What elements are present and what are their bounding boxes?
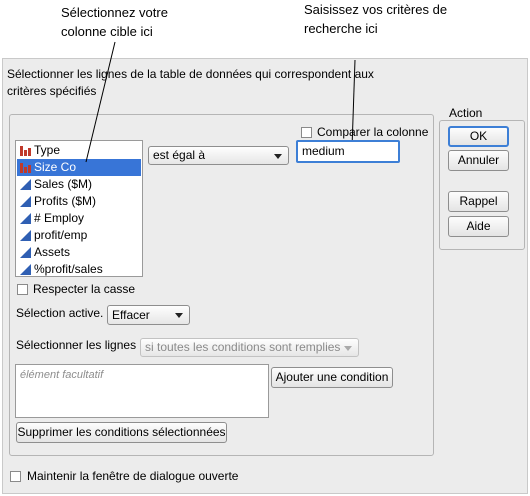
help-button[interactable]: Aide (448, 216, 509, 237)
nominal-bar-icon (20, 146, 31, 156)
nominal-bar-icon (20, 163, 31, 173)
column-item-size-co[interactable]: Size Co (17, 159, 141, 176)
search-value-input[interactable]: medium (296, 140, 400, 163)
column-item-label: Sales ($M) (34, 177, 93, 191)
continuous-triangle-icon (20, 230, 31, 241)
chevron-down-icon (175, 313, 183, 318)
column-item-label: Profits ($M) (34, 194, 97, 208)
column-item-profits[interactable]: Profits ($M) (17, 193, 141, 210)
active-selection-value: Effacer (112, 308, 150, 322)
chevron-down-icon (344, 345, 352, 351)
conditions-list[interactable]: élément facultatif (15, 364, 269, 418)
select-rows-label: Sélectionner les lignes (16, 338, 137, 352)
compare-column-label: Comparer la colonne (317, 125, 429, 139)
column-item-sales[interactable]: Sales ($M) (17, 176, 141, 193)
recall-button[interactable]: Rappel (448, 191, 509, 212)
column-item-employ[interactable]: # Employ (17, 210, 141, 227)
ok-button[interactable]: OK (448, 126, 509, 147)
callout-select-column-line1: Sélectionnez votre (61, 5, 168, 20)
remove-conditions-button[interactable]: Supprimer les conditions sélectionnées (16, 422, 227, 443)
search-value-text: medium (302, 144, 345, 158)
column-item-label: %profit/sales (34, 262, 103, 276)
continuous-triangle-icon (20, 196, 31, 207)
column-item-assets[interactable]: Assets (17, 244, 141, 261)
match-case-label: Respecter la casse (33, 282, 136, 296)
continuous-triangle-icon (20, 179, 31, 190)
cancel-button[interactable]: Annuler (448, 150, 509, 171)
active-selection-label: Sélection active. (16, 306, 104, 320)
column-item-profit-emp[interactable]: profit/emp (17, 227, 141, 244)
operator-dropdown[interactable]: est égal à (148, 146, 289, 165)
continuous-triangle-icon (20, 213, 31, 224)
match-case-checkbox[interactable] (17, 284, 28, 295)
callout-enter-criteria-line1: Saisissez vos critères de (304, 2, 448, 17)
column-item-label: # Employ (34, 211, 85, 225)
callout-enter-criteria-line2: recherche ici (304, 21, 378, 36)
dialog-description: Sélectionner les lignes de la table de d… (7, 67, 374, 98)
column-list[interactable]: Type Size Co Sales ($M) Profits ($M) # E… (15, 140, 143, 277)
chevron-down-icon (274, 153, 282, 159)
keep-open-checkbox[interactable] (10, 471, 21, 482)
column-item-label: Size Co (34, 160, 77, 174)
conditions-placeholder: élément facultatif (20, 369, 104, 381)
keep-open-label: Maintenir la fenêtre de dialogue ouverte (27, 469, 239, 483)
column-item-label: Assets (34, 245, 71, 259)
continuous-triangle-icon (20, 264, 31, 275)
action-group-title: Action (447, 106, 485, 120)
callout-select-column: Sélectionnez votre colonne cible ici (61, 3, 168, 41)
operator-dropdown-value: est égal à (153, 148, 206, 162)
callout-enter-criteria: Saisissez vos critères de recherche ici (304, 0, 447, 38)
continuous-triangle-icon (20, 247, 31, 258)
select-rows-dropdown[interactable]: si toutes les conditions sont remplies (140, 338, 359, 357)
column-item-type[interactable]: Type (17, 142, 141, 159)
column-item-label: Type (34, 143, 61, 157)
add-condition-button[interactable]: Ajouter une condition (271, 367, 393, 388)
callout-select-column-line2: colonne cible ici (61, 24, 153, 39)
column-item-profit-sales[interactable]: %profit/sales (17, 261, 141, 278)
active-selection-dropdown[interactable]: Effacer (107, 305, 190, 325)
compare-column-checkbox[interactable] (301, 127, 312, 138)
select-rows-value: si toutes les conditions sont remplies (145, 340, 341, 354)
column-item-label: profit/emp (34, 228, 88, 242)
